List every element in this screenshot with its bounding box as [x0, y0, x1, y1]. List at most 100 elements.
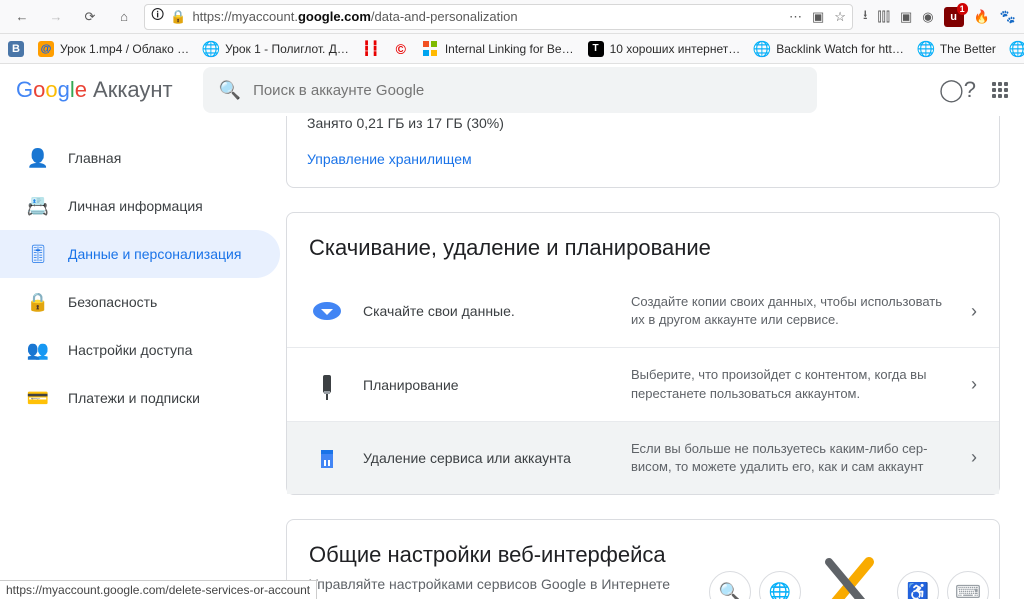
bookmark-label: Урок 1.mp4 / Облако … [60, 42, 189, 56]
downloads-icon[interactable]: ⭳ [863, 6, 868, 28]
favicon: 🌐 [918, 41, 934, 57]
lock-icon: 🔒 [170, 9, 186, 25]
sidebar-icon: 📇 [26, 196, 50, 217]
bookmark-label: 10 хороших интернет… [610, 42, 741, 56]
google-logo[interactable]: Google [16, 77, 87, 103]
row-desc: Выберите, что произойдет с контентом, ко… [631, 366, 953, 402]
language-icon: 🌐 [759, 571, 801, 599]
storage-usage-text: Занято 0,21 ГБ из 17 ГБ (30%) [287, 116, 999, 131]
account-label: Аккаунт [93, 77, 173, 103]
url-text: https://myaccount.google.com/data-and-pe… [192, 9, 777, 24]
row-icon [309, 440, 345, 476]
sidebar-icon: 👤 [26, 148, 50, 169]
favicon [423, 41, 439, 57]
back-button[interactable]: ← [8, 3, 36, 31]
row-desc: Если вы больше не пользуетесь каким-либо… [631, 440, 953, 476]
sidebar-item-4[interactable]: 👥 Настройки доступа [0, 326, 280, 374]
bookmark-item[interactable]: @ Урок 1.mp4 / Облако … [38, 41, 189, 57]
tools-svg-icon [809, 552, 889, 599]
bookmark-item[interactable]: 🌐 Урок 1 - Полиглот. Д… [203, 41, 349, 57]
sidebar: 👤 Главная 📇 Личная информация 🎚 Данные и перс… [0, 116, 280, 599]
bookmark-item[interactable]: 🌐 The Better [918, 41, 996, 57]
library-icon[interactable]: ⫿⫿⫿ [878, 9, 890, 25]
ublock-icon[interactable]: u1 [944, 7, 964, 27]
search-input[interactable] [253, 82, 801, 99]
tools-illustration: 🔍 🌐 ♿ ⌨ [709, 552, 989, 599]
shield-icon: 🛈 [151, 6, 164, 28]
chevron-right-icon: › [971, 301, 977, 322]
sidebar-item-1[interactable]: 📇 Личная информация [0, 182, 280, 230]
download-delete-card: Скачивание, удаление и планирование Скач… [286, 212, 1000, 495]
sidebar-icon: 💳 [26, 388, 50, 409]
favicon: @ [38, 41, 54, 57]
bookmark-label: Backlink Watch for htt… [776, 42, 904, 56]
bookmark-label: Internal Linking for Be… [445, 42, 574, 56]
bookmark-item[interactable]: T 10 хороших интернет… [588, 41, 741, 57]
home-button[interactable]: ⌂ [110, 3, 138, 31]
sidebar-icon: 🎚 [26, 244, 50, 265]
sidebar-icon: 👥 [26, 340, 50, 361]
ublock-badge: 1 [957, 3, 968, 15]
reload-button[interactable]: ⟳ [76, 3, 104, 31]
meatball-icon[interactable]: ⋯ [789, 9, 802, 25]
sidebar-icon: 🔒 [26, 292, 50, 313]
sidebar-item-2[interactable]: 🎚 Данные и персонализация [0, 230, 280, 278]
sidebar-item-3[interactable]: 🔒Безопасность [0, 278, 280, 326]
main: Занято 0,21 ГБ из 17 ГБ (30%) Управление… [280, 116, 1024, 599]
sidebar-item-label: Данные и персонализация [68, 246, 241, 262]
row-title: Удаление сервиса или аккаунта [363, 450, 613, 466]
bookmark-item[interactable]: ┇┇ [363, 41, 379, 57]
sidebar-item-label: Платежи и подписки [68, 390, 200, 406]
sidebar-item-label: Личная информация [68, 198, 203, 214]
bookmark-item[interactable]: Internal Linking for Be… [423, 41, 574, 57]
bookmark-item[interactable]: 🌐 Backlink Watch for htt… [754, 41, 904, 57]
storage-manage-link[interactable]: Управление хранилищем [307, 151, 472, 167]
favicon: 🌐 [1010, 41, 1024, 57]
paw-icon[interactable]: 🐾 [1000, 9, 1016, 25]
flame-icon[interactable]: 🔥 [974, 9, 990, 25]
bookmark-label: The Better [940, 42, 996, 56]
section-row-2[interactable]: Удаление сервиса или аккаунта Если вы бол… [287, 421, 999, 494]
section-row-0[interactable]: Скачайте свои данные. Создайте копии свои… [287, 275, 999, 347]
favicon: B [8, 41, 24, 57]
favicon: ┇┇ [363, 41, 379, 57]
sidebar-item-5[interactable]: 💳 Платежи и подписки [0, 374, 280, 422]
bookmark-item[interactable]: 🌐Нетология | Landing … [1010, 41, 1024, 57]
app-header: Google Аккаунт 🔍 ◯? [0, 64, 1024, 116]
input-icon: ⌨ [947, 571, 989, 599]
apps-grid-icon[interactable] [992, 82, 1008, 98]
favicon: © [393, 41, 409, 57]
sidebar-icon[interactable]: ▣ [900, 9, 912, 25]
sidebar-item-label: Настройки доступа [68, 342, 192, 358]
row-icon [309, 293, 345, 329]
row-icon [309, 367, 345, 403]
section-row-1[interactable]: ПланированиеВыберите, что произойдет с к… [287, 347, 999, 420]
bookmark-item[interactable]: © [393, 41, 409, 57]
favicon: 🌐 [203, 41, 219, 57]
favicon: 🌐 [754, 41, 770, 57]
chevron-right-icon: › [971, 447, 977, 468]
sidebar-item-label: Главная [68, 150, 121, 166]
sidebar-item-0[interactable]: 👤 Главная [0, 134, 280, 182]
bookmark-label: Урок 1 - Полиглот. Д… [225, 42, 349, 56]
star-icon[interactable]: ☆ [834, 9, 846, 25]
search-box[interactable]: 🔍 [203, 67, 817, 113]
web-settings-card: Общие настройки веб-интерфейса Управляйт… [286, 519, 1000, 599]
magnifier-icon: 🔍 [709, 571, 751, 599]
row-title: Скачайте свои данные. [363, 303, 613, 319]
forward-button[interactable]: → [42, 3, 70, 31]
accessibility-icon: ♿ [897, 571, 939, 599]
download-section-title: Скачивание, удаление и планирование [287, 213, 999, 275]
row-desc: Создайте копии своих данных, чтобы испол… [631, 293, 953, 329]
bookmark-item[interactable]: B [8, 41, 24, 57]
storage-card: Занято 0,21 ГБ из 17 ГБ (30%) Управление… [286, 116, 1000, 188]
help-icon[interactable]: ◯? [939, 77, 976, 103]
url-bar[interactable]: 🛈 🔒 https://myaccount.google.com/data-an… [144, 4, 853, 30]
search-icon: 🔍 [219, 80, 241, 101]
browser-nav-bar: ← → ⟳ ⌂ 🛈 🔒 https://myaccount.google.com… [0, 0, 1024, 34]
chevron-right-icon: › [971, 374, 977, 395]
favicon: T [588, 41, 604, 57]
bookmarks-bar: B @ Урок 1.mp4 / Облако … 🌐 Урок 1 - Полигло… [0, 34, 1024, 64]
reader-icon[interactable]: ▣ [812, 9, 824, 25]
pocket-icon[interactable]: ◉ [922, 9, 933, 25]
